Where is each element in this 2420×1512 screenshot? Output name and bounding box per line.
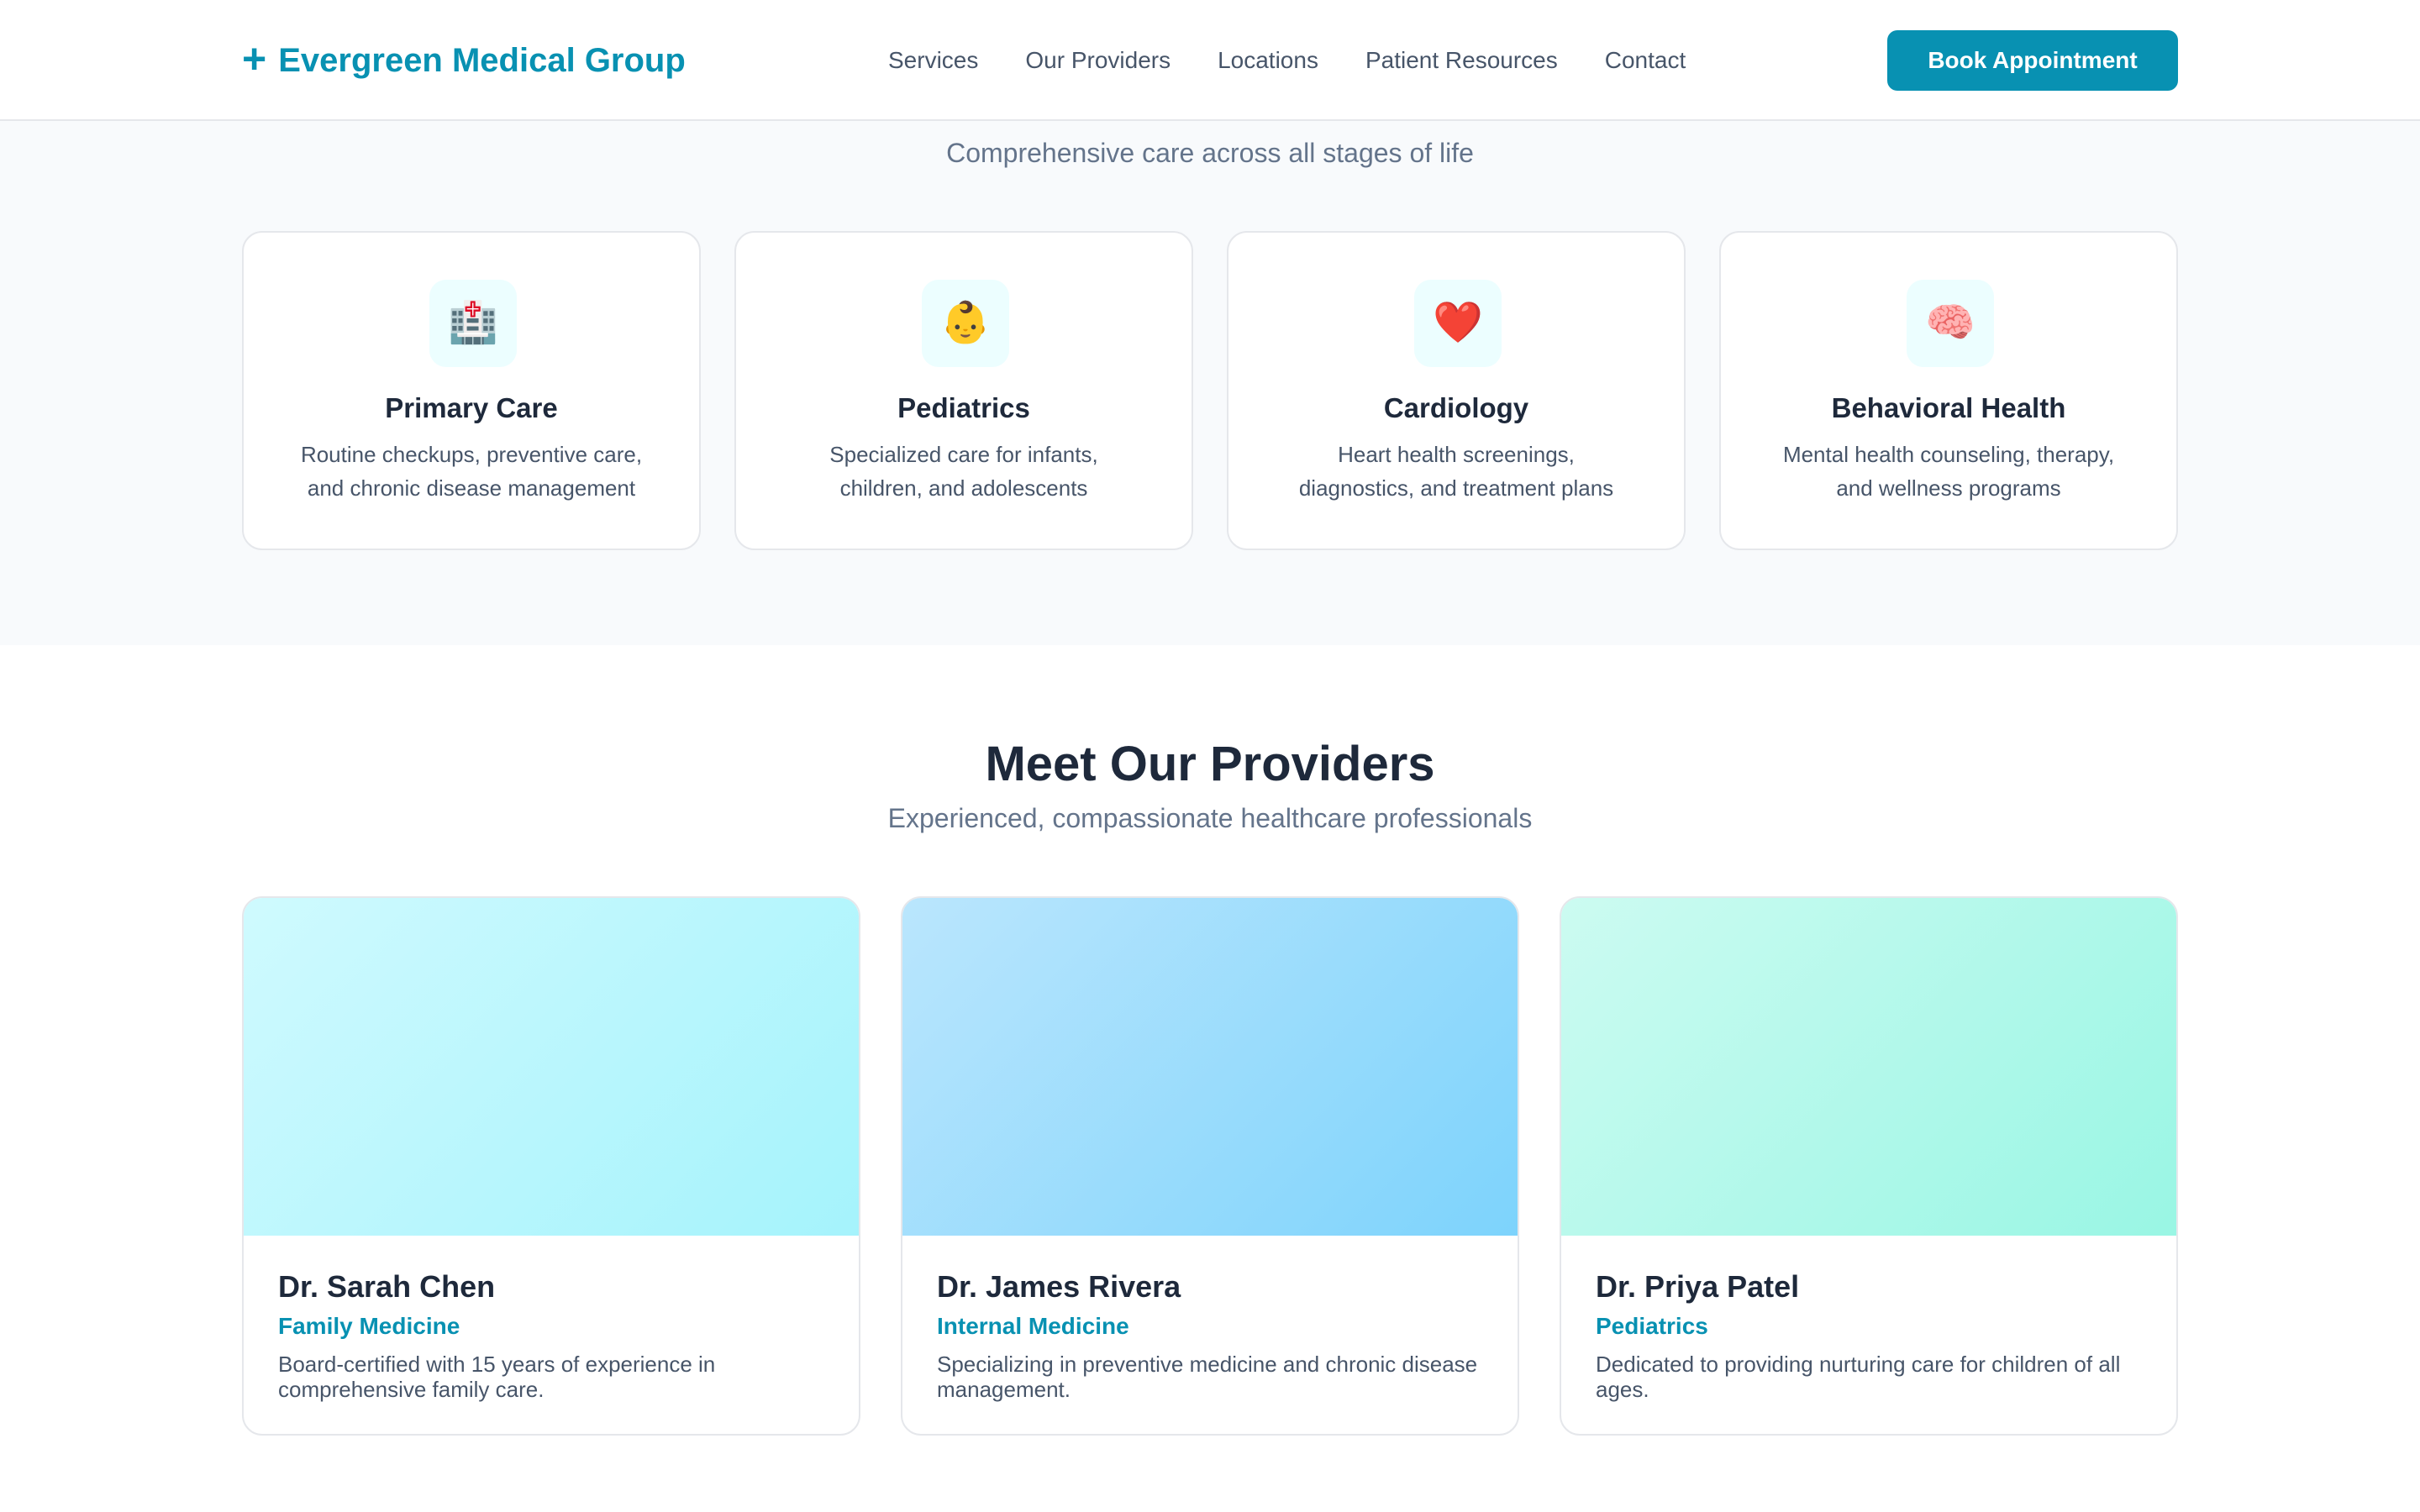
book-appointment-button[interactable]: Book Appointment: [1887, 30, 2178, 91]
logo-text: Evergreen Medical Group: [278, 41, 686, 79]
service-card-primary-care[interactable]: 🏥 Primary Care Routine checkups, prevent…: [242, 231, 701, 550]
provider-name: Dr. James Rivera: [937, 1269, 1181, 1304]
provider-name: Dr. Priya Patel: [1596, 1269, 1800, 1304]
service-title: Cardiology: [1383, 392, 1529, 423]
providers-subtitle: Experienced, compassionate healthcare pr…: [887, 803, 1533, 833]
service-card-cardiology[interactable]: ❤️ Cardiology Heart health screenings, d…: [1227, 231, 1686, 550]
service-description: Heart health screenings, diagnostics, an…: [1298, 442, 1614, 501]
provider-bio: Board-certified with 15 years of experie…: [278, 1352, 716, 1402]
provider-specialty: Internal Medicine: [937, 1313, 1129, 1339]
provider-card-priya-patel[interactable]: Dr. Priya Patel Pediatrics Dedicated to …: [1560, 896, 2178, 1436]
nav-link-contact[interactable]: Contact: [1605, 47, 1686, 74]
service-description: Routine checkups, preventive care, and c…: [300, 442, 643, 501]
service-description: Mental health counseling, therapy, and w…: [1782, 442, 2115, 501]
hospital-icon: 🏥: [429, 280, 517, 367]
plus-icon: +: [242, 35, 267, 82]
heart-icon: ❤️: [1414, 280, 1502, 367]
service-title: Pediatrics: [897, 392, 1030, 423]
nav-link-services[interactable]: Services: [888, 47, 978, 74]
brain-icon: 🧠: [1907, 280, 1994, 367]
baby-icon: 👶: [922, 280, 1009, 367]
nav-link-patient-resources[interactable]: Patient Resources: [1365, 47, 1558, 74]
provider-card-james-rivera[interactable]: Dr. James Rivera Internal Medicine Speci…: [901, 896, 1519, 1436]
services-subtitle: Comprehensive care across all stages of …: [946, 138, 1474, 168]
provider-specialty: Family Medicine: [278, 1313, 460, 1339]
service-card-behavioral-health[interactable]: 🧠 Behavioral Health Mental health counse…: [1719, 231, 2178, 550]
provider-photo: [902, 898, 1518, 1236]
services-section: Comprehensive care across all stages of …: [0, 121, 2420, 645]
provider-card-sarah-chen[interactable]: Dr. Sarah Chen Family Medicine Board-cer…: [242, 896, 860, 1436]
provider-bio: Specializing in preventive medicine and …: [937, 1352, 1478, 1402]
site-header: + Evergreen Medical Group Services Our P…: [0, 0, 2420, 121]
service-card-pediatrics[interactable]: 👶 Pediatrics Specialized care for infant…: [734, 231, 1193, 550]
service-description: Specialized care for infants, children, …: [829, 442, 1098, 501]
nav-link-our-providers[interactable]: Our Providers: [1025, 47, 1171, 74]
logo[interactable]: + Evergreen Medical Group: [242, 35, 686, 82]
service-title: Primary Care: [385, 392, 558, 423]
provider-photo: [244, 898, 859, 1236]
provider-name: Dr. Sarah Chen: [278, 1269, 496, 1304]
nav-link-locations[interactable]: Locations: [1218, 47, 1318, 74]
main-nav: Services Our Providers Locations Patient…: [888, 0, 1686, 121]
provider-bio: Dedicated to providing nurturing care fo…: [1596, 1352, 2121, 1402]
provider-specialty: Pediatrics: [1596, 1313, 1708, 1339]
providers-heading: Meet Our Providers: [985, 737, 1435, 791]
service-title: Behavioral Health: [1831, 392, 2066, 423]
provider-photo: [1561, 898, 2176, 1236]
